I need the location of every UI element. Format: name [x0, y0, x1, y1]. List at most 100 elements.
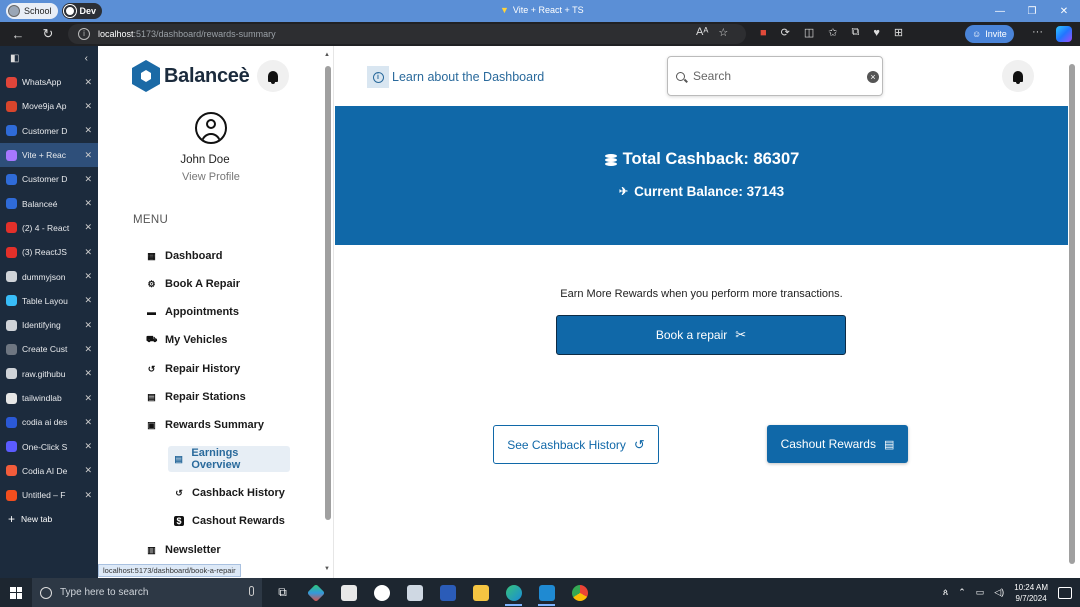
performance-icon[interactable]: ♥: [873, 27, 880, 39]
taskbar-search[interactable]: Type here to search: [32, 578, 262, 607]
taskbar-chrome[interactable]: [563, 578, 596, 607]
taskbar-edge[interactable]: [497, 578, 530, 607]
microphone-icon[interactable]: [249, 586, 254, 596]
search-input[interactable]: [693, 69, 863, 83]
nav-item-book-a-repair[interactable]: ⚙ Book A Repair: [146, 275, 240, 293]
clear-search-icon[interactable]: ×: [867, 71, 879, 83]
close-tab-icon[interactable]: ✕: [84, 271, 92, 282]
split-screen-icon[interactable]: ◫: [804, 26, 814, 39]
vertical-tab[interactable]: (2) 4 - React ✕: [0, 216, 98, 240]
close-tab-icon[interactable]: ✕: [84, 77, 92, 88]
close-tab-icon[interactable]: ✕: [84, 344, 92, 355]
close-tab-icon[interactable]: ✕: [84, 150, 92, 161]
close-tab-icon[interactable]: ✕: [84, 101, 92, 112]
vertical-tab[interactable]: Codia AI De ✕: [0, 459, 98, 483]
vertical-tab[interactable]: Customer D ✕: [0, 167, 98, 191]
vertical-tab[interactable]: dummyjson ✕: [0, 264, 98, 288]
notifications-button[interactable]: [1002, 60, 1034, 92]
taskbar-vscode[interactable]: [530, 578, 563, 607]
user-avatar-icon[interactable]: [195, 112, 227, 144]
vertical-tab[interactable]: raw.githubu ✕: [0, 362, 98, 386]
sidebar-scrollbar[interactable]: ▲ ▼: [324, 52, 331, 572]
invite-button[interactable]: ☺ Invite: [965, 25, 1014, 43]
see-cashback-history-button[interactable]: See Cashback History ↺: [493, 425, 659, 464]
url-field[interactable]: i localhost:5173/dashboard/rewards-summa…: [68, 24, 746, 44]
show-hidden-icons-icon[interactable]: ⌃: [958, 587, 966, 598]
task-view-button[interactable]: ⧉: [266, 578, 299, 607]
vertical-tab[interactable]: Move9ja Ap ✕: [0, 94, 98, 118]
site-info-icon[interactable]: i: [78, 28, 90, 40]
favorite-star-icon[interactable]: ☆: [718, 26, 728, 39]
collections-icon[interactable]: ⧉: [852, 26, 860, 39]
extension-red-icon[interactable]: ■: [760, 27, 767, 39]
nav-item-newsletter[interactable]: ▥ Newsletter: [146, 541, 220, 559]
back-arrow-icon[interactable]: ←: [6, 27, 30, 42]
close-tab-icon[interactable]: ✕: [84, 174, 92, 185]
tab-actions-icon[interactable]: ◧: [10, 53, 19, 64]
nav-item-my-vehicles[interactable]: ⛟ My Vehicles: [146, 331, 227, 349]
nav-item-rewards-summary[interactable]: ▣ Rewards Summary: [146, 416, 264, 434]
network-icon[interactable]: ▭: [976, 587, 985, 598]
learn-dashboard-link[interactable]: i Learn about the Dashboard: [367, 66, 544, 88]
close-tab-icon[interactable]: ✕: [84, 320, 92, 331]
people-icon[interactable]: ጰ: [943, 587, 948, 598]
sub-nav-earnings-overview[interactable]: ▤ Earnings Overview: [168, 446, 290, 472]
taskbar-word[interactable]: [431, 578, 464, 607]
close-window-icon[interactable]: ✕: [1048, 0, 1080, 22]
vertical-tab[interactable]: Customer D ✕: [0, 119, 98, 143]
taskbar-explorer[interactable]: [464, 578, 497, 607]
vertical-tab[interactable]: codia ai des ✕: [0, 410, 98, 434]
extensions-icon[interactable]: ⊞: [894, 26, 903, 39]
close-tab-icon[interactable]: ✕: [84, 198, 92, 209]
taskbar-app-1[interactable]: [299, 578, 332, 607]
nav-item-repair-history[interactable]: ↺ Repair History: [146, 360, 240, 378]
sub-nav-cashout-rewards[interactable]: $ Cashout Rewards: [168, 508, 291, 534]
sub-nav-cashback-history[interactable]: ↺ Cashback History: [168, 480, 291, 506]
cashout-rewards-button[interactable]: Cashout Rewards ▤: [767, 425, 908, 463]
nav-item-appointments[interactable]: ▬ Appointments: [146, 303, 239, 321]
collapse-tabs-icon[interactable]: ‹: [85, 53, 88, 64]
vertical-tab[interactable]: One-Click S ✕: [0, 434, 98, 458]
nav-item-dashboard[interactable]: ▦ Dashboard: [146, 247, 222, 265]
vertical-tab[interactable]: Vite + Reac ✕: [0, 142, 98, 168]
close-tab-icon[interactable]: ✕: [84, 295, 92, 306]
close-tab-icon[interactable]: ✕: [84, 490, 92, 501]
taskbar-store[interactable]: [332, 578, 365, 607]
taskbar-slack[interactable]: [365, 578, 398, 607]
profile-dev-button[interactable]: Dev: [61, 3, 103, 19]
close-tab-icon[interactable]: ✕: [84, 417, 92, 428]
brand-logo[interactable]: Balanceè: [132, 60, 250, 92]
search-box[interactable]: ×: [667, 56, 883, 96]
close-tab-icon[interactable]: ✕: [84, 222, 92, 233]
vertical-tab[interactable]: Untitled – F ✕: [0, 483, 98, 507]
restore-icon[interactable]: ❐: [1016, 0, 1048, 22]
reload-icon[interactable]: ↻: [36, 26, 60, 42]
vertical-tab[interactable]: tailwindlab ✕: [0, 386, 98, 410]
close-tab-icon[interactable]: ✕: [84, 368, 92, 379]
vertical-tab[interactable]: Balanceé ✕: [0, 191, 98, 215]
extension-refresh-icon[interactable]: ⟳: [781, 26, 790, 39]
favorites-icon[interactable]: ✩: [828, 26, 837, 39]
view-profile-link[interactable]: View Profile: [98, 171, 324, 183]
close-tab-icon[interactable]: ✕: [84, 441, 92, 452]
read-aloud-icon[interactable]: Aᴬ: [696, 26, 708, 39]
taskbar-app-5[interactable]: [398, 578, 431, 607]
vertical-tab[interactable]: Create Cust ✕: [0, 337, 98, 361]
close-tab-icon[interactable]: ✕: [84, 393, 92, 404]
nav-item-repair-stations[interactable]: ▤ Repair Stations: [146, 388, 245, 406]
vertical-tab[interactable]: (3) ReactJS ✕: [0, 240, 98, 264]
notification-center-icon[interactable]: [1058, 586, 1072, 599]
vertical-tab[interactable]: Identifying ✕: [0, 313, 98, 337]
copilot-icon[interactable]: [1056, 26, 1072, 42]
main-scrollbar[interactable]: [1069, 60, 1075, 570]
sidebar-notifications-button[interactable]: [257, 60, 289, 92]
start-button[interactable]: [0, 578, 32, 607]
minimize-icon[interactable]: —: [984, 0, 1016, 22]
clock[interactable]: 10:24 AM 9/7/2024: [1014, 582, 1048, 604]
profile-school-button[interactable]: School: [6, 3, 58, 19]
volume-icon[interactable]: ◁): [994, 587, 1004, 598]
vertical-tab[interactable]: Table Layou ✕: [0, 289, 98, 313]
more-options-icon[interactable]: ···: [1032, 26, 1043, 38]
close-tab-icon[interactable]: ✕: [84, 465, 92, 476]
close-tab-icon[interactable]: ✕: [84, 125, 92, 136]
